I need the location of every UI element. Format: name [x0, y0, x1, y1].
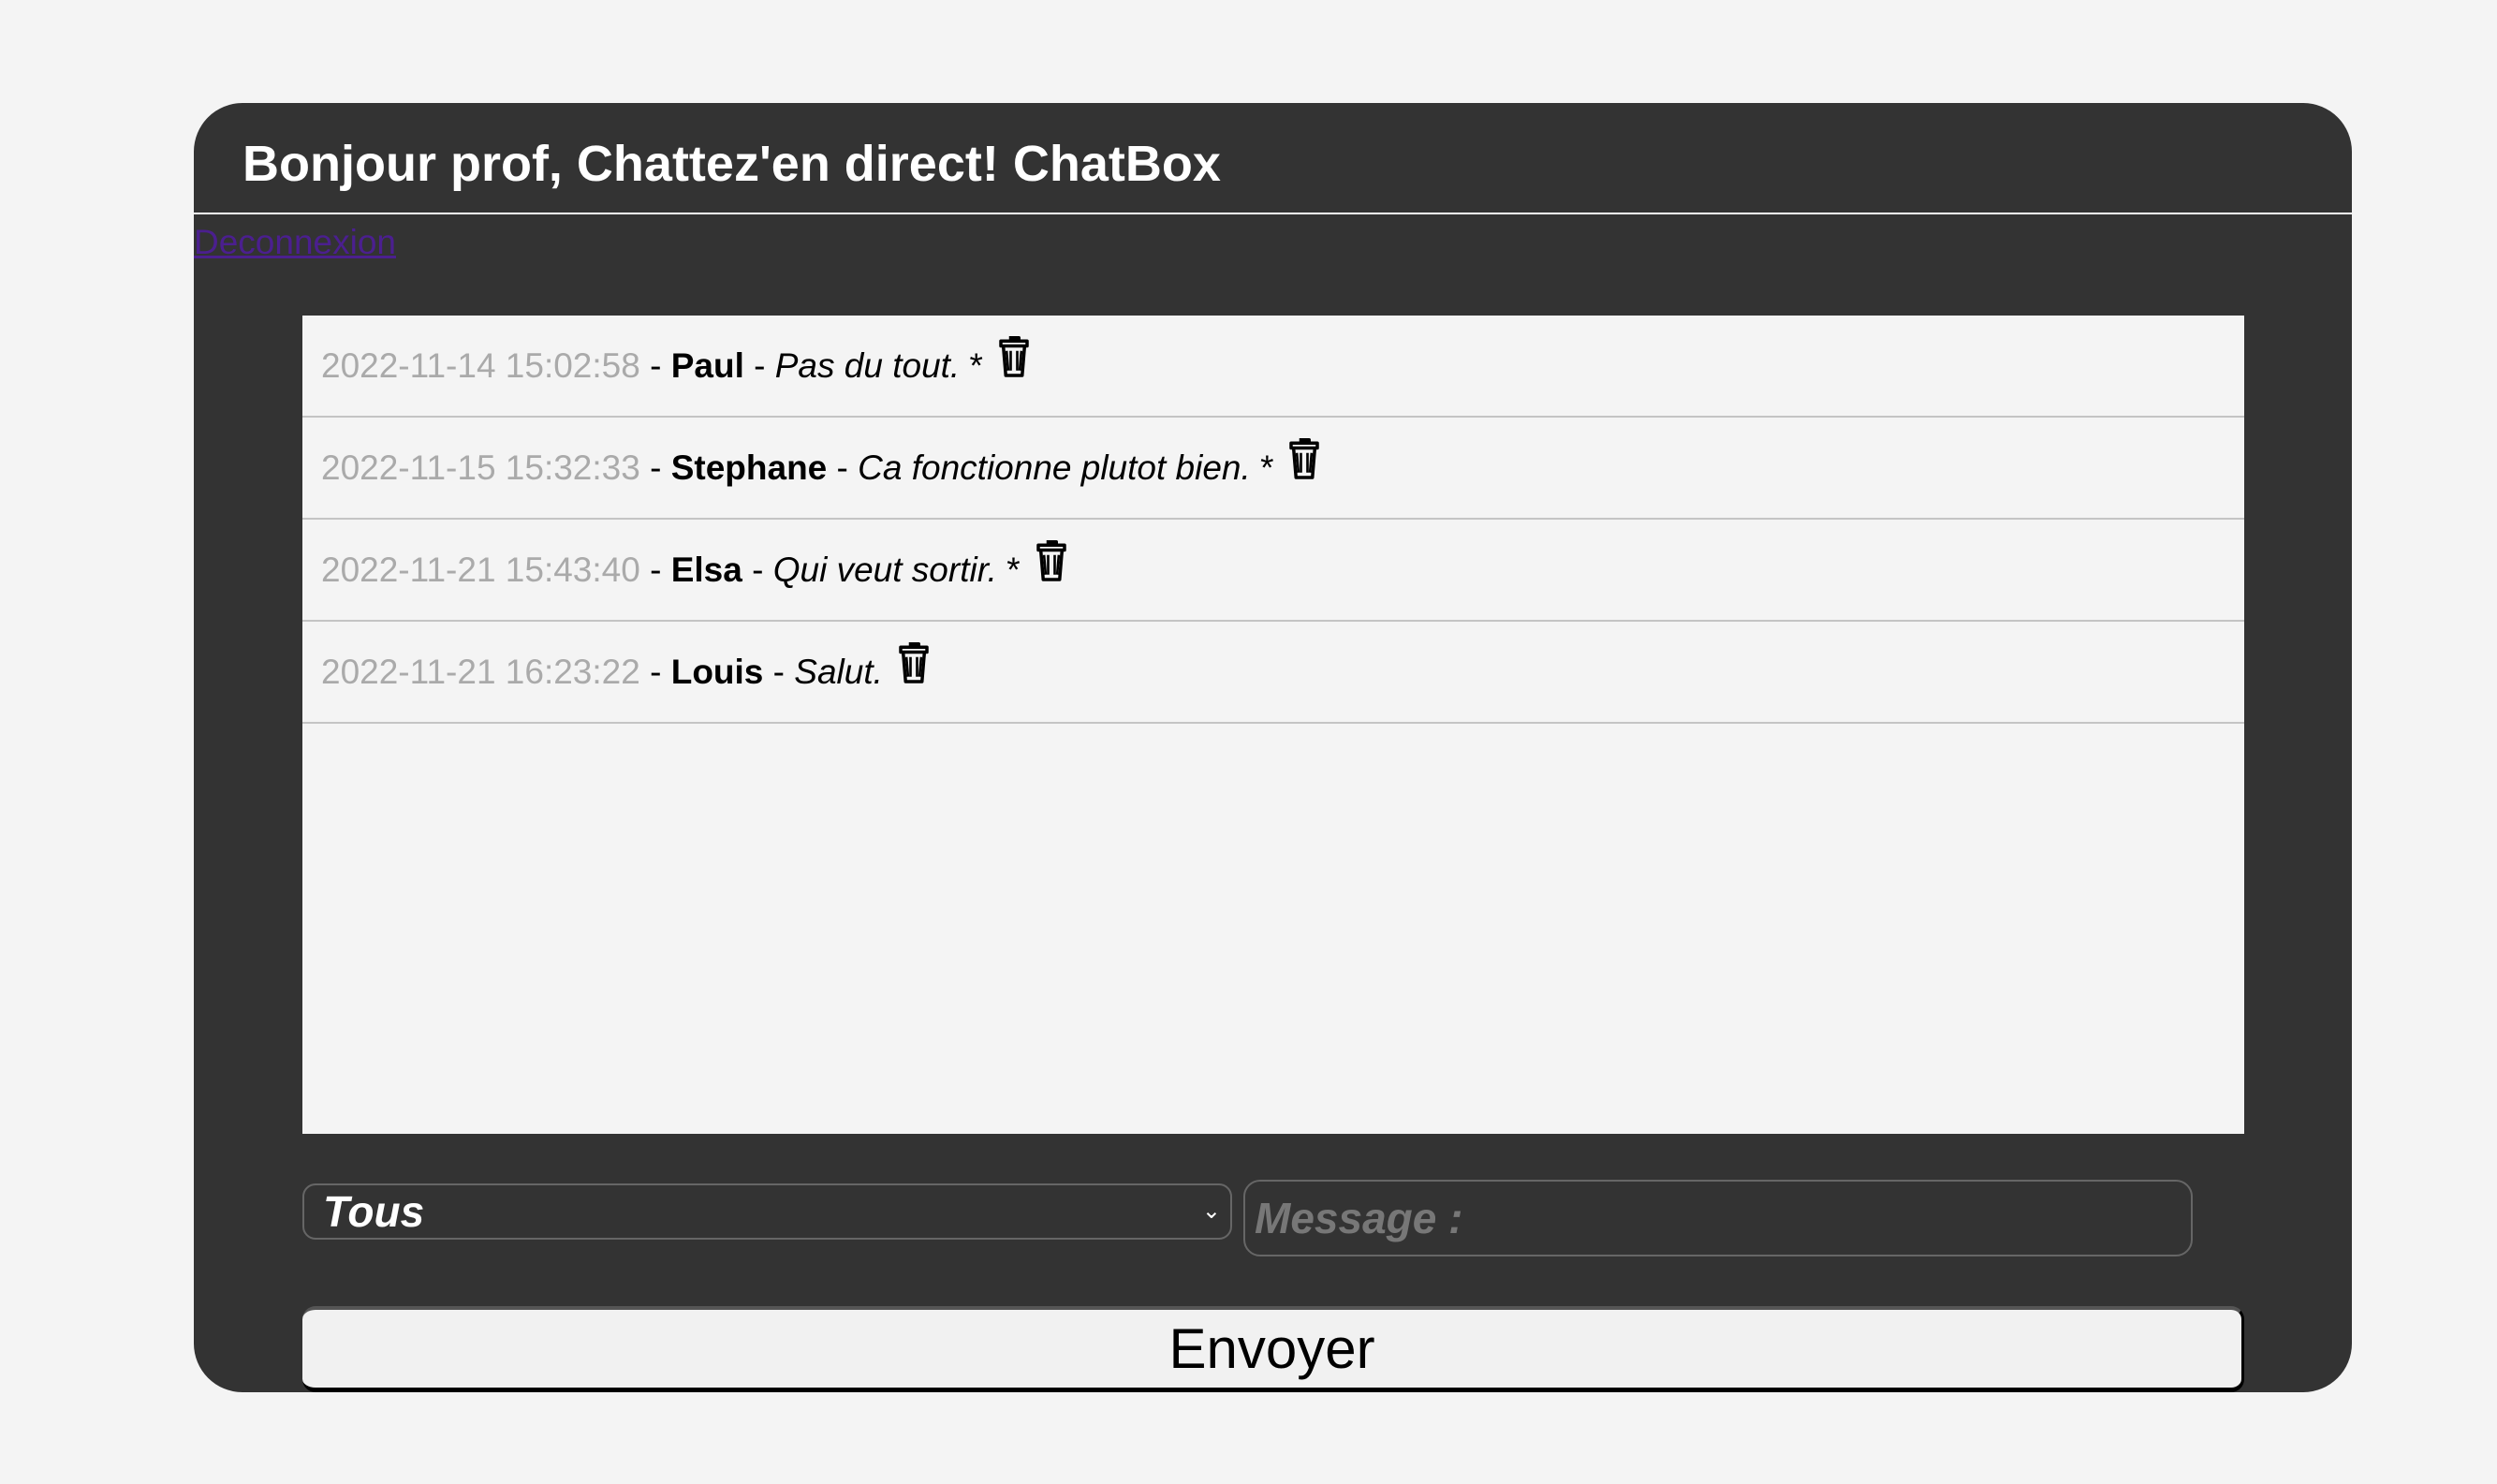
message-user: Paul — [670, 345, 744, 385]
separator: - — [639, 448, 671, 487]
separator: - — [742, 550, 773, 589]
message-timestamp: 2022-11-14 15:02:58 — [321, 345, 640, 385]
separator: - — [763, 652, 795, 691]
message-timestamp: 2022-11-15 15:32:33 — [321, 448, 640, 487]
separator: - — [639, 345, 671, 385]
message-row: 2022-11-21 16:23:22 - Louis - Salut. — [302, 622, 2244, 724]
chatbox-panel: Bonjour prof, Chattez'en direct! ChatBox… — [194, 103, 2352, 1392]
message-row: 2022-11-14 15:02:58 - Paul - Pas du tout… — [302, 316, 2244, 418]
message-row: 2022-11-21 15:43:40 - Elsa - Qui veut so… — [302, 520, 2244, 622]
message-mark: * — [1250, 448, 1274, 487]
separator: - — [827, 448, 859, 487]
message-timestamp: 2022-11-21 15:43:40 — [321, 550, 640, 589]
message-list: 2022-11-14 15:02:58 - Paul - Pas du tout… — [302, 316, 2244, 1134]
separator: - — [639, 550, 671, 589]
message-mark: * — [960, 345, 983, 385]
recipient-select[interactable]: Tous ⌄ — [302, 1183, 1232, 1240]
separator: - — [743, 345, 775, 385]
message-text: Salut. — [794, 652, 883, 691]
message-text: Ca fonctionne plutot bien. — [858, 448, 1251, 487]
message-text: Pas du tout. — [774, 345, 961, 385]
send-button[interactable]: Envoyer — [302, 1306, 2244, 1392]
trash-icon[interactable] — [1032, 536, 1071, 583]
logout-link[interactable]: Deconnexion — [194, 221, 396, 264]
trash-icon[interactable] — [1285, 434, 1324, 481]
message-timestamp: 2022-11-21 16:23:22 — [321, 652, 640, 691]
recipient-selected-value: Tous — [323, 1187, 425, 1236]
trash-icon[interactable] — [894, 639, 933, 685]
message-user: Louis — [670, 652, 764, 691]
chevron-down-icon: ⌄ — [1201, 1198, 1221, 1224]
separator: - — [639, 652, 671, 691]
message-user: Stephane — [670, 448, 828, 487]
message-row: 2022-11-15 15:32:33 - Stephane - Ca fonc… — [302, 418, 2244, 520]
message-input[interactable] — [1243, 1180, 2193, 1256]
header-divider — [194, 213, 2352, 214]
trash-icon[interactable] — [994, 332, 1034, 379]
message-user: Elsa — [670, 550, 742, 589]
message-text: Qui veut sortir. — [772, 550, 997, 589]
message-mark: * — [996, 550, 1021, 589]
page-title: Bonjour prof, Chattez'en direct! ChatBox — [242, 136, 1221, 192]
